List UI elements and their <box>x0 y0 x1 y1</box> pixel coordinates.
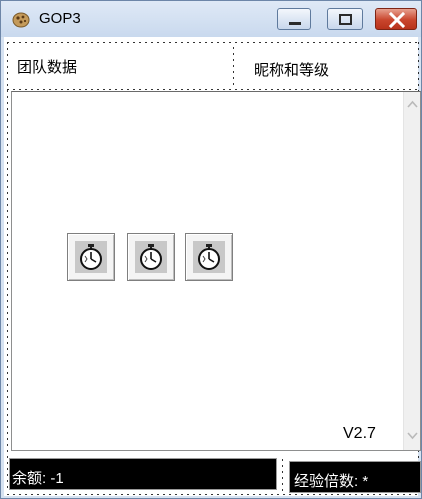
app-window: GOP3 团队数据 昵称和等级 V2.7 余额: -1 经验倍数: * <box>0 0 422 499</box>
scroll-down-icon[interactable] <box>407 432 418 440</box>
version-label: V2.7 <box>343 425 376 442</box>
dotted-border-left <box>5 40 8 492</box>
balance-field: 余额: -1 <box>9 458 277 490</box>
dotted-splitter-top <box>231 45 234 87</box>
exp-multiplier-field: 经验倍数: * <box>289 461 421 493</box>
timer-button-1[interactable] <box>67 233 115 281</box>
exp-multiplier-text: 经验倍数: * <box>294 473 369 490</box>
window-title: GOP3 <box>39 10 81 27</box>
vertical-scrollbar[interactable] <box>403 92 420 450</box>
stopwatch-icon <box>80 244 102 270</box>
minimize-icon <box>289 22 301 25</box>
timer-button-3[interactable] <box>185 233 233 281</box>
stopwatch-icon <box>140 244 162 270</box>
timer-button-2[interactable] <box>127 233 175 281</box>
dotted-border-top <box>5 40 417 43</box>
dotted-border-mid <box>5 87 417 90</box>
dotted-splitter-bottom <box>280 457 283 492</box>
maximize-button[interactable] <box>327 8 363 30</box>
balance-text: 余额: -1 <box>12 470 64 487</box>
cookie-icon <box>12 12 30 28</box>
team-data-label: 团队数据 <box>17 58 78 76</box>
content-panel[interactable]: V2.7 <box>11 91 421 451</box>
title-bar[interactable]: GOP3 <box>1 1 421 37</box>
maximize-icon <box>339 14 352 25</box>
stopwatch-icon <box>198 244 220 270</box>
nickname-level-label: 昵称和等级 <box>254 61 330 79</box>
minimize-button[interactable] <box>277 8 311 30</box>
scroll-up-icon[interactable] <box>407 100 418 108</box>
close-icon <box>388 11 406 29</box>
close-button[interactable] <box>375 8 417 30</box>
